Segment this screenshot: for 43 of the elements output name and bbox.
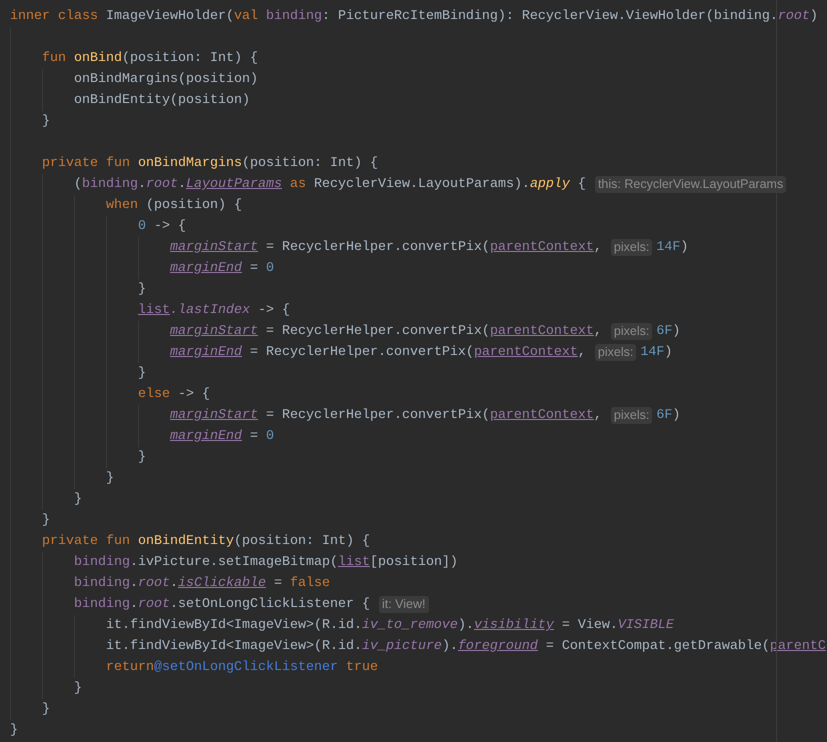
code-text: marginStart = RecyclerHelper.convertPix(parentContext,: [170, 323, 602, 341]
code-text: 14F): [640, 344, 672, 362]
inlay-hint: pixels:: [610, 407, 652, 424]
code-text: private fun onBindEntity(position: Int) {: [42, 533, 370, 551]
code-text: marginEnd = RecyclerHelper.convertPix(parentContext,: [170, 344, 586, 362]
code-text: }: [106, 470, 114, 488]
code-text: }: [42, 701, 50, 719]
code-text: onBindMargins(position): [74, 71, 258, 89]
code-text: 6F): [656, 323, 680, 341]
code-text: marginStart = RecyclerHelper.convertPix(parentContext,: [170, 239, 602, 257]
code-text: marginEnd = 0: [170, 260, 274, 278]
inlay-hint: pixels:: [610, 323, 652, 340]
code-text: }: [10, 722, 18, 740]
code-text: list.lastIndex -> {: [138, 302, 290, 320]
code-text: inner class ImageViewHolder(val binding: PictureRcItemBinding): RecyclerView.ViewHolder(binding.root): [10, 8, 818, 26]
inlay-hint: pixels:: [610, 239, 652, 256]
code-text: (binding.root.LayoutParams as RecyclerView.LayoutParams).apply {: [74, 176, 586, 194]
code-text: }: [42, 512, 50, 530]
code-text: }: [42, 113, 50, 131]
code-text: binding.root.setOnLongClickListener {: [74, 596, 370, 614]
code-text: }: [138, 281, 146, 299]
code-text: private fun onBindMargins(position: Int) {: [42, 155, 378, 173]
code-text: 14F): [656, 239, 688, 257]
inlay-hint: pixels:: [594, 344, 636, 361]
code-text: marginEnd = 0: [170, 428, 274, 446]
code-text: fun onBind(position: Int) {: [42, 50, 258, 68]
inlay-hint: this: RecyclerView.LayoutParams: [594, 176, 786, 193]
code-text: }: [138, 449, 146, 467]
code-text: binding.ivPicture.setImageBitmap(list[position]): [74, 554, 458, 572]
code-text: 6F): [656, 407, 680, 425]
code-text: binding.root.isClickable = false: [74, 575, 330, 593]
code-text: it.findViewById<ImageView>(R.id.iv_picture).foreground = ContextCompat.getDrawable(parentC: [106, 638, 826, 656]
code-text: }: [74, 680, 82, 698]
code-text: }: [74, 491, 82, 509]
code-text: marginStart = RecyclerHelper.convertPix(parentContext,: [170, 407, 602, 425]
code-text: 0 -> {: [138, 218, 186, 236]
inlay-hint: it: View!: [378, 596, 429, 613]
code-text: when (position) {: [106, 197, 242, 215]
code-text: it.findViewById<ImageView>(R.id.iv_to_remove).visibility = View.VISIBLE: [106, 617, 674, 635]
code-text: }: [138, 365, 146, 383]
code-text: onBindEntity(position): [74, 92, 250, 110]
code-text: return@setOnLongClickListener true: [106, 659, 378, 677]
code-text: else -> {: [138, 386, 210, 404]
